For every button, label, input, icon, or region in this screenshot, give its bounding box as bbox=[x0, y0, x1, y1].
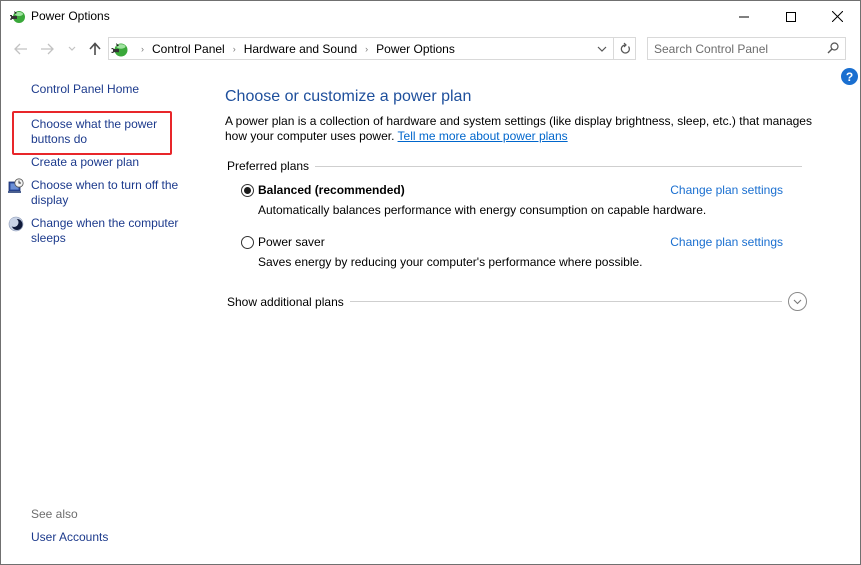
learn-more-link[interactable]: Tell me more about power plans bbox=[398, 129, 568, 143]
monitor-clock-icon bbox=[8, 178, 24, 193]
arrow-up-icon bbox=[89, 42, 101, 55]
sidebar-item-power-buttons[interactable]: Choose what the power buttons do bbox=[31, 117, 191, 147]
maximize-icon bbox=[786, 11, 796, 22]
breadcrumb-power-options[interactable]: Power Options bbox=[376, 42, 455, 56]
preferred-plans-group: Preferred plans bbox=[227, 159, 802, 173]
arrow-left-icon bbox=[14, 43, 27, 55]
power-options-icon bbox=[10, 11, 25, 23]
minimize-button[interactable] bbox=[721, 1, 767, 32]
back-button[interactable] bbox=[11, 39, 31, 59]
maximize-button[interactable] bbox=[768, 1, 814, 32]
window-title: Power Options bbox=[31, 9, 110, 23]
search-input[interactable] bbox=[654, 38, 814, 59]
preferred-plans-label: Preferred plans bbox=[227, 159, 310, 173]
minimize-icon bbox=[739, 16, 749, 17]
search-box[interactable] bbox=[647, 37, 846, 60]
sidebar-item-computer-sleeps[interactable]: Change when the computer sleeps bbox=[31, 216, 191, 246]
power-options-window: Power Options › Control Panel › Hardware… bbox=[0, 0, 861, 565]
refresh-button[interactable] bbox=[614, 37, 636, 60]
search-icon[interactable] bbox=[827, 42, 839, 54]
forward-button[interactable] bbox=[37, 39, 57, 59]
help-button[interactable]: ? bbox=[841, 68, 858, 85]
breadcrumb-control-panel[interactable]: Control Panel bbox=[152, 42, 225, 56]
chevron-right-icon[interactable]: › bbox=[365, 44, 368, 54]
left-pane: Control Panel Home Choose what the power… bbox=[1, 64, 211, 564]
plan-radio-balanced[interactable] bbox=[241, 184, 254, 197]
divider bbox=[315, 165, 802, 167]
title-bar: Power Options bbox=[1, 1, 860, 32]
navigation-bar: › Control Panel › Hardware and Sound › P… bbox=[1, 34, 860, 64]
see-also-label: See also bbox=[31, 507, 78, 521]
plan-description: Saves energy by reducing your computer's… bbox=[258, 255, 643, 269]
page-title: Choose or customize a power plan bbox=[225, 88, 472, 105]
arrow-right-icon bbox=[41, 43, 54, 55]
page-description: A power plan is a collection of hardware… bbox=[225, 114, 815, 144]
plan-name[interactable]: Balanced (recommended) bbox=[258, 183, 405, 197]
chevron-down-icon bbox=[68, 46, 76, 51]
show-additional-plans-label[interactable]: Show additional plans bbox=[227, 295, 344, 309]
user-accounts-link[interactable]: User Accounts bbox=[31, 530, 191, 545]
up-button[interactable] bbox=[85, 39, 105, 59]
help-icon: ? bbox=[845, 69, 854, 84]
sidebar-item-turn-off-display[interactable]: Choose when to turn off the display bbox=[31, 178, 191, 208]
control-panel-home-link[interactable]: Control Panel Home bbox=[31, 82, 191, 97]
power-options-icon bbox=[111, 43, 128, 57]
sidebar-item-create-power-plan[interactable]: Create a power plan bbox=[31, 155, 191, 170]
breadcrumb: › Control Panel › Hardware and Sound › P… bbox=[133, 38, 455, 59]
additional-plans-group: Show additional plans bbox=[227, 292, 807, 311]
chevron-right-icon[interactable]: › bbox=[233, 44, 236, 54]
plan-name[interactable]: Power saver bbox=[258, 235, 325, 249]
refresh-icon bbox=[620, 42, 630, 54]
close-icon bbox=[831, 11, 843, 22]
change-plan-settings-link[interactable]: Change plan settings bbox=[670, 235, 783, 249]
recent-locations-button[interactable] bbox=[65, 39, 79, 59]
address-bar[interactable]: › Control Panel › Hardware and Sound › P… bbox=[108, 37, 614, 60]
close-button[interactable] bbox=[814, 1, 860, 32]
chevron-down-icon bbox=[597, 46, 607, 52]
change-plan-settings-link[interactable]: Change plan settings bbox=[670, 183, 783, 197]
chevron-right-icon: › bbox=[141, 43, 144, 54]
expand-additional-plans-button[interactable] bbox=[788, 292, 807, 311]
chevron-down-icon bbox=[793, 299, 802, 304]
plan-description: Automatically balances performance with … bbox=[258, 203, 707, 217]
plan-radio-power-saver[interactable] bbox=[241, 236, 254, 249]
divider bbox=[349, 301, 782, 302]
address-dropdown-button[interactable] bbox=[595, 41, 609, 57]
moon-icon bbox=[8, 216, 24, 232]
breadcrumb-hardware-and-sound[interactable]: Hardware and Sound bbox=[244, 42, 357, 56]
